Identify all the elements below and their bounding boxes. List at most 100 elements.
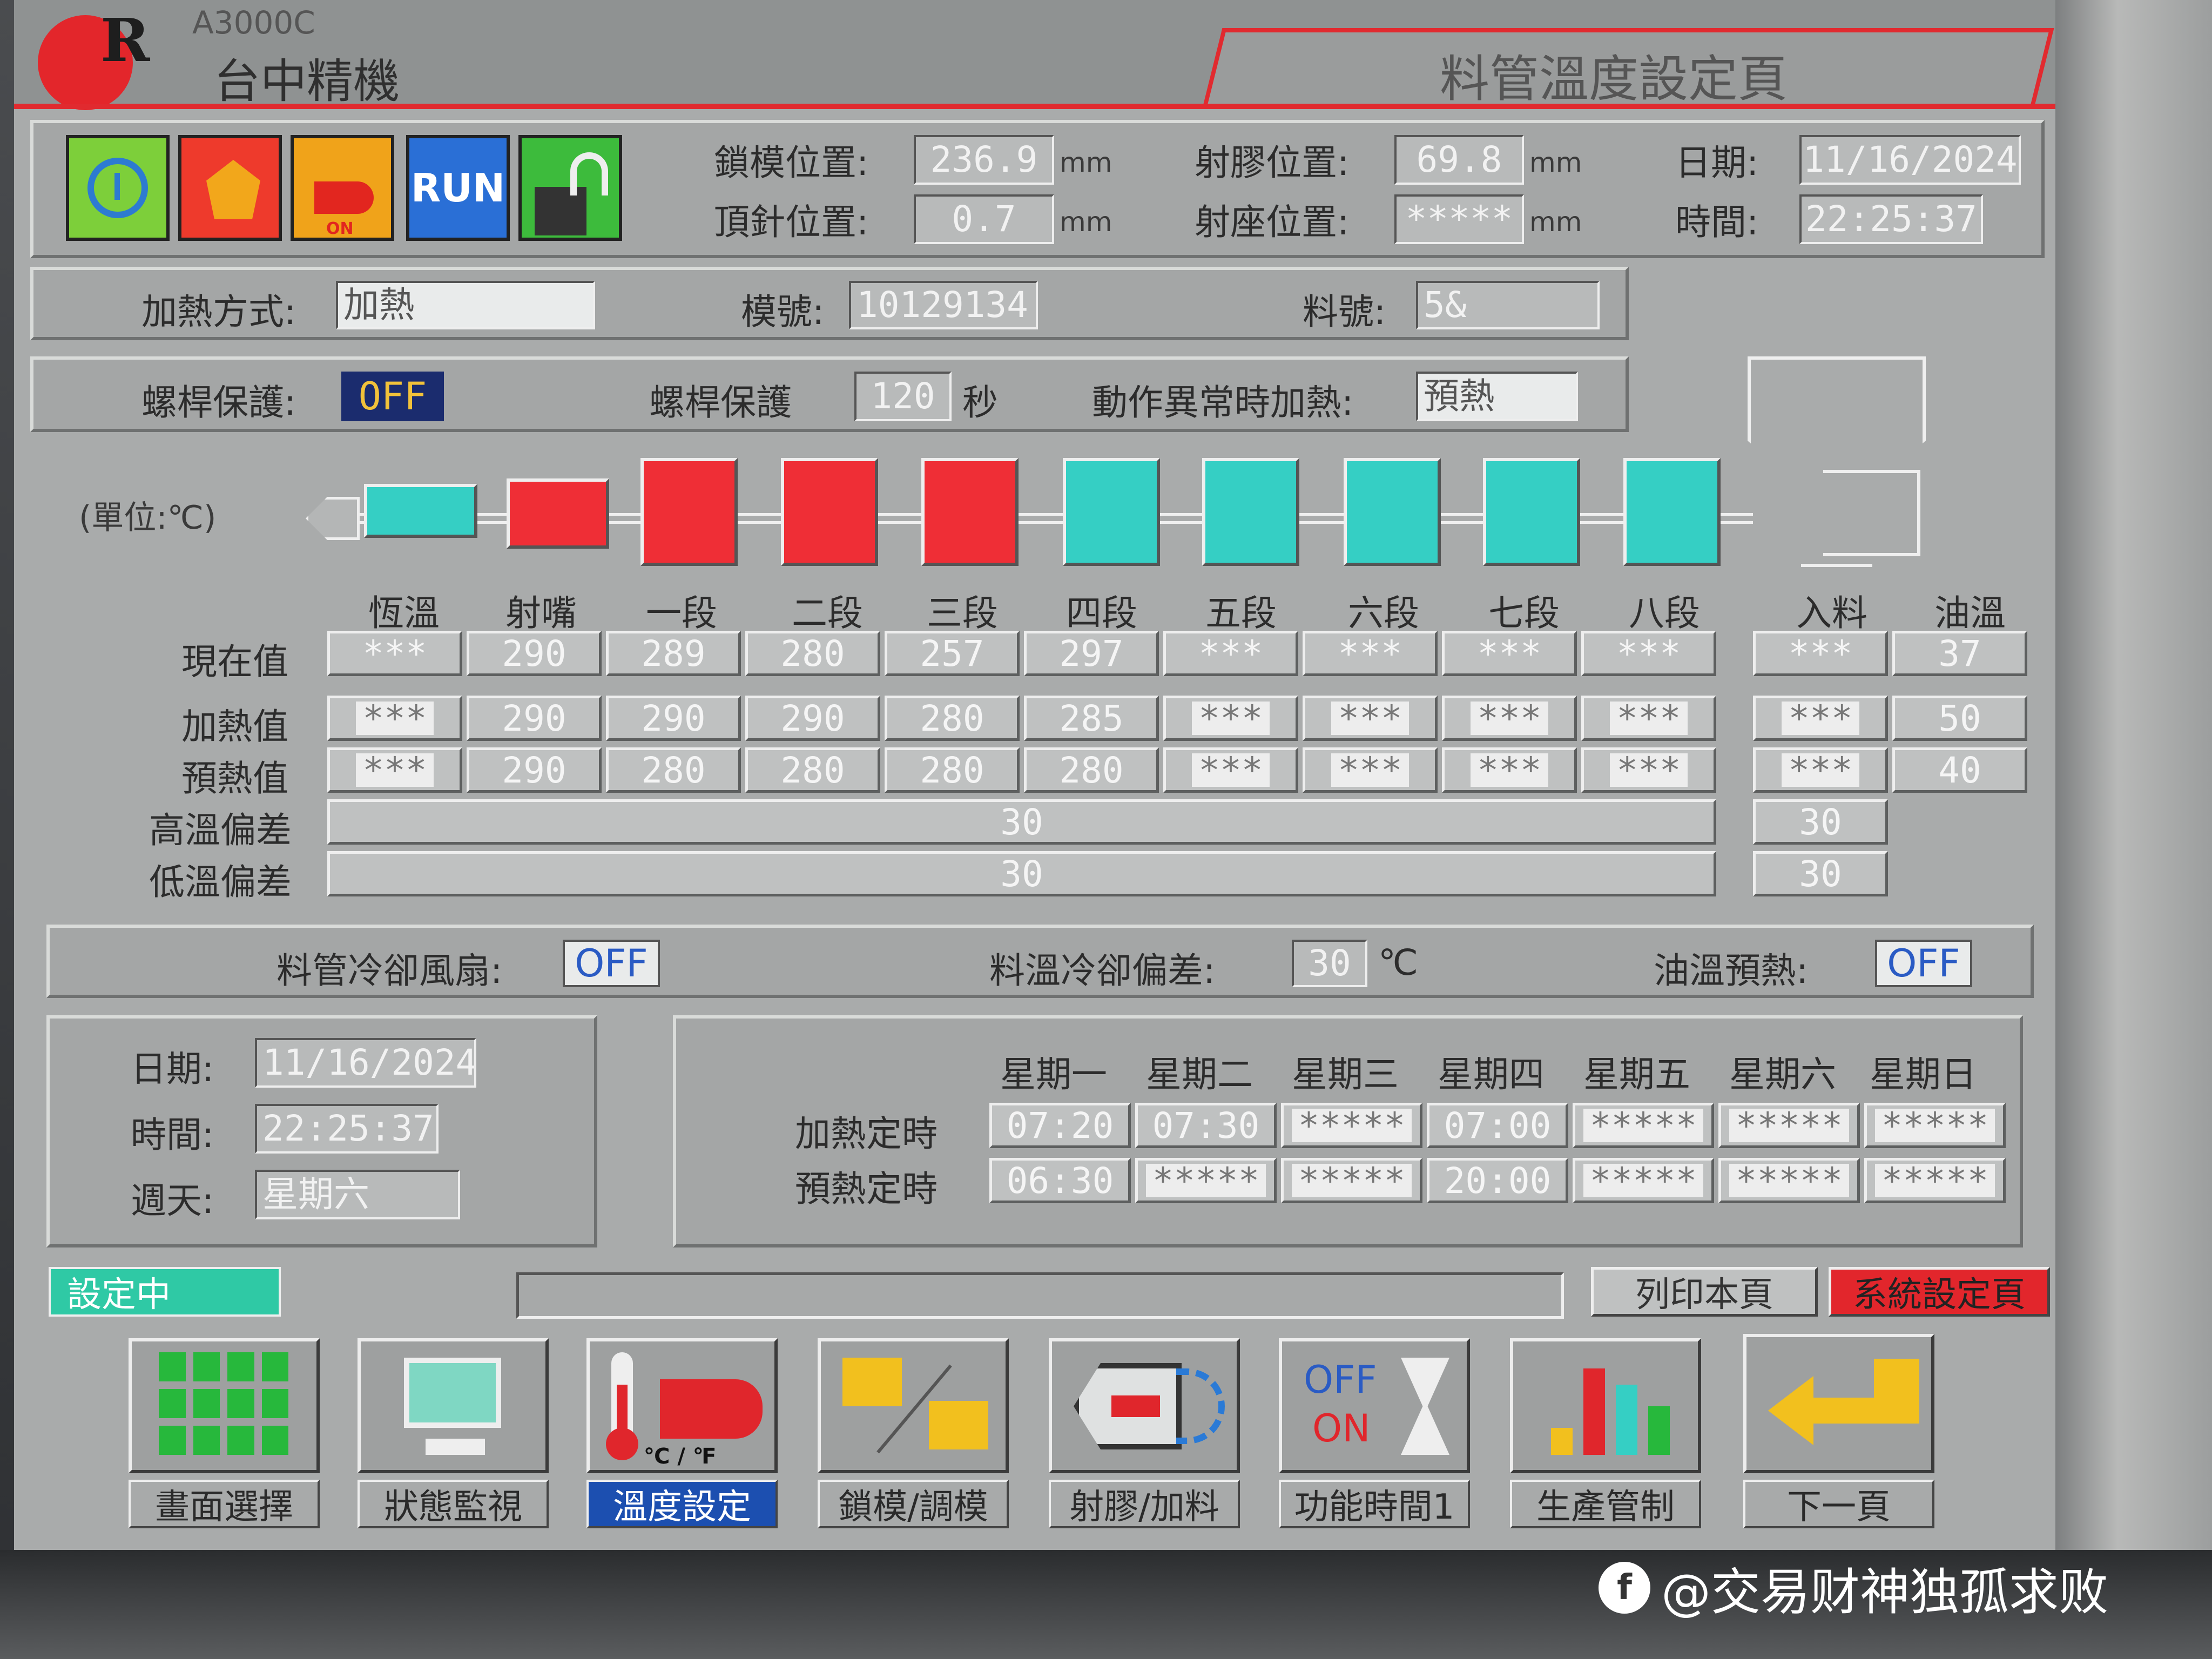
preheat-zone-5[interactable]: *** [1163, 747, 1298, 793]
heat-timer-mon[interactable]: 07:20 [989, 1103, 1131, 1148]
heat-timer-wed[interactable]: ***** [1281, 1103, 1422, 1148]
preheat-timer-fri[interactable]: ***** [1573, 1158, 1714, 1203]
current-zone-2: 280 [745, 631, 880, 676]
heat-zone-5[interactable]: *** [1163, 696, 1298, 741]
brand-logo-letter: R [100, 5, 150, 75]
heat-constant[interactable]: *** [327, 696, 462, 741]
extra-high-dev[interactable]: 30 [1753, 799, 1888, 845]
heat-timer-sun[interactable]: ***** [1864, 1103, 2006, 1148]
nav-temp-setting-label[interactable]: 溫度設定 [586, 1480, 778, 1528]
mold-no-label: 模號: [741, 291, 825, 333]
clock-weekday-label: 週天: [131, 1180, 214, 1222]
machine-casing [2055, 0, 2212, 1659]
heat-zone-4[interactable]: 285 [1024, 696, 1159, 741]
preheat-zone-4[interactable]: 280 [1024, 747, 1159, 793]
watermark-text: @交易财神独孤求败 [1661, 1563, 2109, 1621]
zone-block-nozzle [507, 478, 609, 549]
heat-timer-tue[interactable]: 07:30 [1135, 1103, 1277, 1148]
preheat-zone-1[interactable]: 280 [606, 747, 741, 793]
cool-dev-unit: ℃ [1378, 942, 1419, 983]
low-dev-value: 30 [1000, 853, 1043, 895]
heat-timer-fri[interactable]: ***** [1573, 1103, 1714, 1148]
system-setting-button[interactable]: 系統設定頁 [1829, 1267, 2050, 1317]
high-dev-bar[interactable]: 30 [327, 799, 1716, 845]
heat-timer-thu[interactable]: 07:00 [1427, 1103, 1568, 1148]
protect-panel: 螺桿保護: OFF 螺桿保護 120 秒 動作異常時加熱: 預熱 [30, 356, 1629, 432]
nav-function-time-label[interactable]: 功能時間1 [1279, 1480, 1470, 1528]
nav-status-monitor-button[interactable] [358, 1338, 549, 1473]
heat-zone-8[interactable]: *** [1581, 696, 1716, 741]
preheat-zone-7[interactable]: *** [1442, 747, 1577, 793]
preheat-zone-6[interactable]: *** [1303, 747, 1438, 793]
zone-header-1: 一段 [646, 592, 717, 634]
nav-next-page-label[interactable]: 下一頁 [1743, 1480, 1934, 1528]
cool-dev-value[interactable]: 30 [1292, 940, 1367, 987]
heat-zone-1[interactable]: 290 [606, 696, 741, 741]
carriage-pos-unit: mm [1529, 206, 1582, 238]
fault-heat-value[interactable]: 預熱 [1416, 372, 1578, 421]
preheat-timer-thu[interactable]: 20:00 [1427, 1158, 1568, 1203]
nav-status-monitor-label[interactable]: 狀態監視 [358, 1480, 549, 1528]
clock-date-label: 日期: [131, 1048, 214, 1090]
heat-nozzle[interactable]: 290 [467, 696, 602, 741]
nav-production-control-button[interactable] [1510, 1338, 1701, 1473]
nav-function-time-button[interactable]: OFF ON [1279, 1338, 1470, 1473]
bar-chart-icon [1551, 1428, 1573, 1455]
preheat-timer-wed[interactable]: ***** [1281, 1158, 1422, 1203]
clock-weekday-value[interactable]: 星期六 [255, 1170, 460, 1219]
nav-clamp-adjust-button[interactable] [818, 1338, 1009, 1473]
preheat-oil[interactable]: 40 [1892, 747, 2027, 793]
preheat-feed[interactable]: *** [1753, 747, 1888, 793]
clock-date-value[interactable]: 11/16/2024 [255, 1038, 476, 1088]
heat-mode-value[interactable]: 加熱 [336, 281, 595, 329]
preheat-nozzle[interactable]: 290 [467, 747, 602, 793]
nav-production-control-label[interactable]: 生產管制 [1510, 1480, 1701, 1528]
preheat-timer-sun[interactable]: ***** [1864, 1158, 2006, 1203]
nav-inject-charge-label[interactable]: 射膠/加料 [1049, 1480, 1240, 1528]
carriage-pos-label: 射座位置: [1195, 201, 1350, 243]
header-date-label: 日期: [1675, 142, 1759, 184]
unlock-icon [518, 135, 622, 241]
nav-next-page-button[interactable] [1743, 1334, 1934, 1473]
current-zone-8: *** [1581, 631, 1716, 676]
heat-mode-label: 加熱方式: [141, 291, 296, 333]
heat-timer-sat[interactable]: ***** [1718, 1103, 1860, 1148]
cooling-fan-value[interactable]: OFF [563, 940, 660, 987]
oil-preheat-value[interactable]: OFF [1875, 940, 1972, 987]
status-indicator: 設定中 [49, 1267, 281, 1317]
screw-protect-value[interactable]: OFF [341, 372, 444, 421]
nav-temp-setting-button[interactable]: ℃ / ℉ [586, 1338, 778, 1473]
nav-screen-select-button[interactable] [129, 1338, 320, 1473]
nav-clamp-adjust-label[interactable]: 鎖模/調模 [818, 1480, 1009, 1528]
info-panel: 加熱方式: 加熱 模號: 10129134 料號: 5& [30, 267, 1629, 340]
heat-zone-7[interactable]: *** [1442, 696, 1577, 741]
nav-screen-select-label[interactable]: 畫面選擇 [129, 1480, 320, 1528]
clock-time-value[interactable]: 22:25:37 [255, 1104, 439, 1154]
mold-no-value[interactable]: 10129134 [849, 281, 1038, 329]
extra-low-dev[interactable]: 30 [1753, 851, 1888, 896]
zone-block-6 [1344, 458, 1441, 566]
preheat-zone-3[interactable]: 280 [885, 747, 1020, 793]
heat-feed[interactable]: *** [1753, 696, 1888, 741]
day-mon: 星期一 [1000, 1054, 1107, 1095]
preheat-zone-2[interactable]: 280 [745, 747, 880, 793]
print-page-button[interactable]: 列印本頁 [1591, 1267, 1818, 1317]
company-name: 台中精機 [214, 55, 400, 109]
heat-zone-2[interactable]: 290 [745, 696, 880, 741]
heat-zone-3[interactable]: 280 [885, 696, 1020, 741]
nav-inject-charge-button[interactable] [1049, 1338, 1240, 1473]
preheat-timer-mon[interactable]: 06:30 [989, 1158, 1131, 1203]
heat-zone-6[interactable]: *** [1303, 696, 1438, 741]
preheat-timer-sat[interactable]: ***** [1718, 1158, 1860, 1203]
screw-protect-time-unit: 秒 [962, 382, 998, 423]
zone-block-3 [921, 458, 1019, 566]
preheat-constant[interactable]: *** [327, 747, 462, 793]
material-no-value[interactable]: 5& [1416, 281, 1600, 329]
high-dev-value: 30 [1000, 801, 1043, 843]
ejector-pos-label: 頂針位置: [714, 201, 869, 243]
heat-oil[interactable]: 50 [1892, 696, 2027, 741]
screw-protect-time-value[interactable]: 120 [854, 372, 952, 421]
low-dev-bar[interactable]: 30 [327, 851, 1716, 896]
preheat-zone-8[interactable]: *** [1581, 747, 1716, 793]
preheat-timer-tue[interactable]: ***** [1135, 1158, 1277, 1203]
